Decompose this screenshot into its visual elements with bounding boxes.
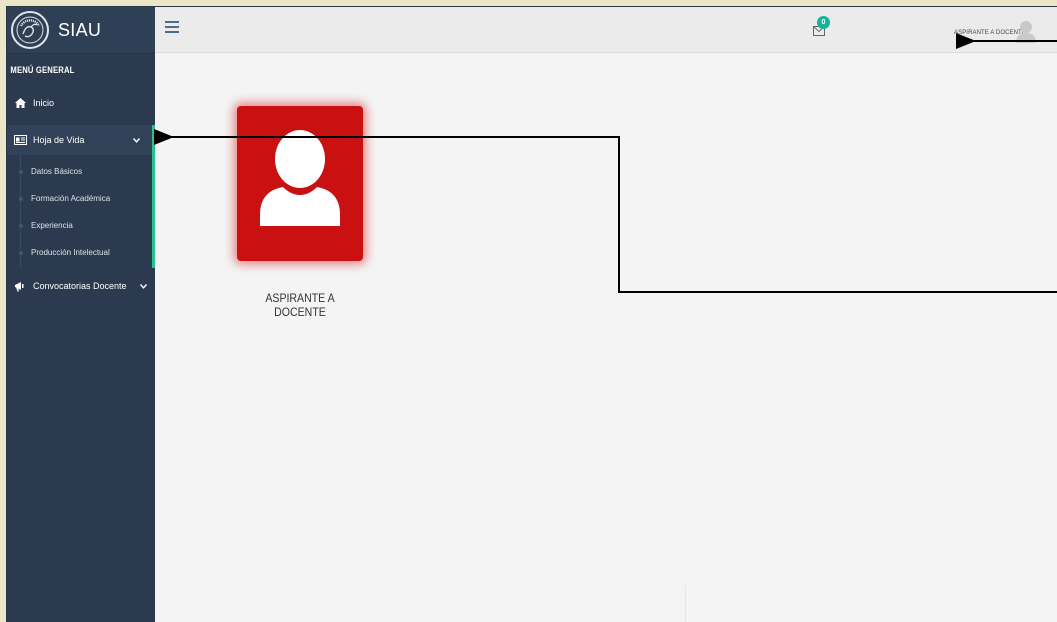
user-silhouette-icon	[257, 129, 343, 238]
sidebar-item-label: Hoja de Vida	[33, 135, 85, 145]
submenu-item-produccion-intelectual[interactable]: Producción Intelectual	[7, 239, 152, 266]
brand-name: SIAU	[58, 19, 102, 40]
submenu-item-datos-basicos[interactable]: Datos Básicos	[7, 158, 152, 185]
notification-badge[interactable]: 0	[817, 16, 830, 29]
hamburger-menu-icon[interactable]	[165, 21, 179, 33]
university-seal-icon	[11, 11, 49, 49]
id-card-icon	[13, 134, 27, 146]
topbar: 0 ASPIRANTE A DOCENTE	[155, 7, 1057, 53]
submenu-item-experiencia[interactable]: Experiencia	[7, 212, 152, 239]
brand[interactable]: SIAU	[7, 7, 155, 54]
role-card-label[interactable]: ASPIRANTE A DOCENTE	[241, 291, 359, 319]
sidebar-item-label: Convocatorias Docente	[33, 281, 127, 291]
user-avatar-icon[interactable]	[1015, 19, 1037, 43]
chevron-down-icon	[132, 136, 141, 145]
sidebar-item-label: Inicio	[33, 98, 55, 108]
sidebar-item-convocatorias-docente[interactable]: Convocatorias Docente	[7, 271, 155, 301]
submenu-item-formacion-academica[interactable]: Formación Académica	[7, 185, 152, 212]
submenu-hoja-de-vida: Datos Básicos Formación Académica Experi…	[7, 155, 155, 268]
divider	[685, 585, 686, 622]
role-card-aspirante-docente[interactable]	[237, 106, 363, 261]
chevron-down-icon	[139, 282, 148, 291]
sidebar-item-inicio[interactable]: Inicio	[7, 88, 155, 118]
sidebar-item-hoja-de-vida[interactable]: Hoja de Vida	[7, 125, 155, 155]
home-icon	[13, 97, 27, 109]
sidebar: SIAU MENÚ GENERAL Inicio Hoja de Vida Da…	[7, 7, 155, 622]
menu-header: MENÚ GENERAL	[10, 65, 75, 75]
megaphone-icon	[13, 280, 27, 292]
app-window: SIAU MENÚ GENERAL Inicio Hoja de Vida Da…	[6, 6, 1057, 622]
